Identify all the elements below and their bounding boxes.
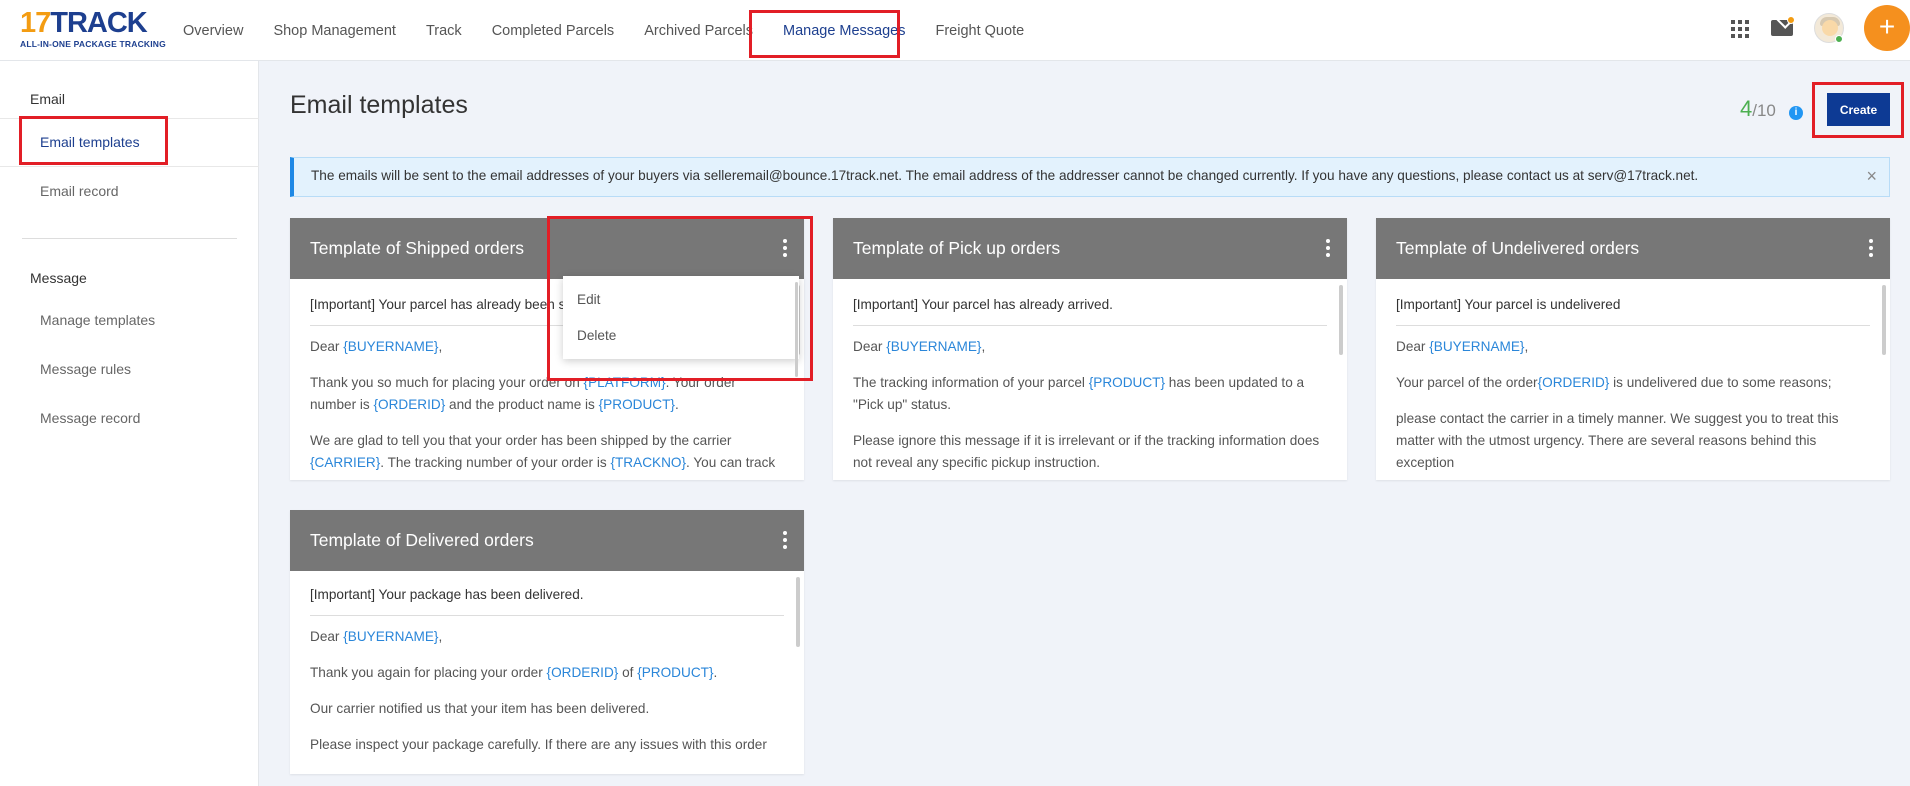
- more-options-icon[interactable]: [1868, 239, 1874, 259]
- logo-tagline: ALL-IN-ONE PACKAGE TRACKING: [20, 39, 166, 49]
- close-icon[interactable]: ×: [1866, 166, 1877, 186]
- card-options-menu: Edit Delete: [563, 276, 799, 359]
- body-paragraph: Our carrier notified us that your item h…: [310, 701, 650, 716]
- nav-freight-quote[interactable]: Freight Quote: [921, 0, 1040, 61]
- divider: [22, 238, 237, 239]
- card-body: [Important] Your parcel has already arri…: [833, 279, 1347, 480]
- sidebar-item-email-record[interactable]: Email record: [40, 183, 119, 199]
- notice-text: The emails will be sent to the email add…: [311, 168, 1699, 183]
- nav-overview[interactable]: Overview: [168, 0, 258, 61]
- card-header: Template of Delivered orders: [290, 510, 804, 571]
- card-header: Template of Undelivered orders: [1376, 218, 1890, 279]
- logo-text: TRACK: [50, 7, 147, 39]
- greeting: Dear {BUYERNAME},: [1396, 339, 1529, 354]
- create-button[interactable]: Create: [1827, 93, 1890, 126]
- body-paragraph: We are glad to tell you that your order …: [310, 433, 776, 470]
- scrollbar[interactable]: [796, 577, 800, 647]
- body-paragraph: The tracking information of your parcel …: [853, 375, 1305, 412]
- more-options-icon[interactable]: [1325, 239, 1331, 259]
- template-card-delivered: Template of Delivered orders [Important]…: [290, 510, 804, 774]
- sidebar: Email Email templates Email record Messa…: [0, 61, 259, 786]
- nav-archived-parcels[interactable]: Archived Parcels: [629, 0, 768, 61]
- menu-item-edit[interactable]: Edit: [563, 288, 799, 324]
- card-title: Template of Delivered orders: [310, 530, 534, 550]
- email-subject: [Important] Your package has been delive…: [310, 571, 784, 616]
- sidebar-heading-email: Email: [30, 91, 66, 107]
- template-card-pickup: Template of Pick up orders [Important] Y…: [833, 218, 1347, 480]
- main-nav: Overview Shop Management Track Completed…: [168, 0, 1039, 61]
- online-status-dot: [1835, 35, 1843, 43]
- quota-used: 4: [1740, 96, 1753, 121]
- menu-item-delete[interactable]: Delete: [563, 324, 799, 360]
- card-header: Template of Shipped orders: [290, 218, 804, 279]
- card-title: Template of Pick up orders: [853, 238, 1061, 258]
- more-options-icon[interactable]: [782, 239, 788, 259]
- card-header: Template of Pick up orders: [833, 218, 1347, 279]
- card-body: [Important] Your parcel is undelivered D…: [1376, 279, 1890, 480]
- divider: [0, 118, 259, 119]
- card-body: [Important] Your package has been delive…: [290, 571, 804, 774]
- sidebar-item-email-templates[interactable]: Email templates: [40, 134, 140, 150]
- sidebar-heading-message: Message: [30, 270, 87, 286]
- page-title: Email templates: [290, 91, 468, 119]
- top-navbar: 17TRACK ALL-IN-ONE PACKAGE TRACKING Over…: [0, 0, 1910, 61]
- more-options-icon[interactable]: [782, 531, 788, 551]
- email-subject: [Important] Your parcel is undelivered: [1396, 279, 1870, 326]
- template-quota: 4/10: [1740, 96, 1776, 122]
- scrollbar[interactable]: [795, 282, 798, 377]
- card-title: Template of Undelivered orders: [1396, 238, 1640, 258]
- sidebar-item-message-record[interactable]: Message record: [40, 410, 140, 426]
- greeting: Dear {BUYERNAME},: [310, 629, 443, 644]
- nav-track[interactable]: Track: [411, 0, 477, 61]
- scrollbar[interactable]: [1339, 285, 1343, 355]
- info-icon[interactable]: i: [1789, 106, 1803, 120]
- logo-number: 17: [20, 7, 51, 39]
- body-paragraph: Please inspect your package carefully. I…: [310, 737, 767, 752]
- scrollbar[interactable]: [1882, 285, 1886, 355]
- nav-completed-parcels[interactable]: Completed Parcels: [477, 0, 630, 61]
- sidebar-item-message-rules[interactable]: Message rules: [40, 361, 131, 377]
- apps-grid-icon[interactable]: [1729, 18, 1749, 38]
- nav-manage-messages[interactable]: Manage Messages: [768, 0, 921, 61]
- body-paragraph: Thank you so much for placing your order…: [310, 375, 736, 412]
- add-button[interactable]: +: [1864, 5, 1910, 51]
- body-paragraph: Please ignore this message if it is irre…: [853, 433, 1320, 470]
- card-title: Template of Shipped orders: [310, 238, 525, 258]
- body-paragraph: please contact the carrier in a timely m…: [1396, 411, 1839, 470]
- sidebar-item-manage-templates[interactable]: Manage templates: [40, 312, 155, 328]
- body-paragraph: Thank you again for placing your order {…: [310, 665, 718, 680]
- template-card-undelivered: Template of Undelivered orders [Importan…: [1376, 218, 1890, 480]
- body-paragraph: Your parcel of the order{ORDERID} is und…: [1396, 375, 1832, 390]
- info-notice: The emails will be sent to the email add…: [290, 157, 1890, 197]
- email-subject: [Important] Your parcel has already arri…: [853, 279, 1327, 326]
- nav-shop-management[interactable]: Shop Management: [258, 0, 411, 61]
- logo[interactable]: 17TRACK ALL-IN-ONE PACKAGE TRACKING: [20, 7, 166, 50]
- notification-dot: [1787, 16, 1795, 24]
- divider: [0, 166, 259, 167]
- greeting: Dear {BUYERNAME},: [853, 339, 986, 354]
- quota-total: /10: [1752, 101, 1776, 120]
